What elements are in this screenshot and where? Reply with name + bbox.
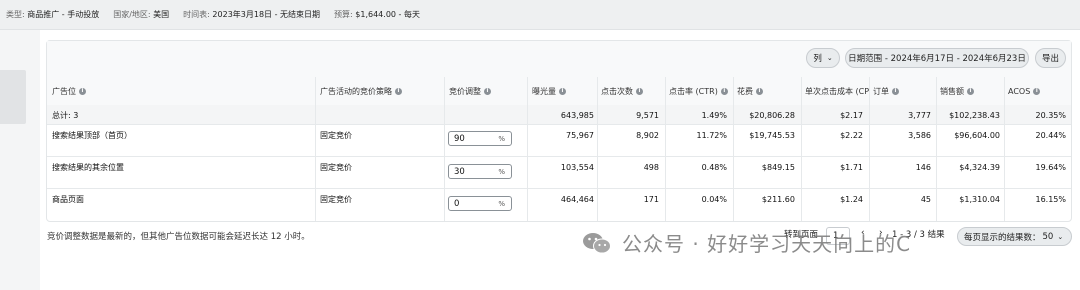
row-strategy: 固定竞价 (320, 130, 352, 140)
row-clicks: 8,902 (636, 130, 659, 140)
row-placement: 搜索结果的其余位置 (52, 162, 124, 172)
left-nav-panel (0, 30, 40, 290)
header-strategy[interactable]: 广告活动的竞价策略 i (320, 77, 444, 105)
per-page-value: 50 (1042, 231, 1054, 242)
date-range-label: 日期范围 - 2024年6月17日 - 2024年6月23日 (848, 54, 1026, 64)
row-cpc: $2.22 (840, 130, 863, 140)
country-info: 国家/地区: 美国 (113, 10, 170, 19)
row-ctr: 0.48% (701, 162, 727, 172)
columns-button[interactable]: 列 ⌄ (806, 48, 840, 68)
row-orders: 45 (920, 194, 931, 204)
row-acos: 16.15% (1035, 194, 1066, 204)
column-divider (1004, 77, 1005, 221)
row-placement: 搜索结果顶部（首页） (52, 130, 132, 140)
budget-info: 预算: $1,644.00 - 每天 (334, 10, 420, 19)
type-info: 类型: 商品推广 - 手动投放 (6, 10, 100, 19)
header-spend[interactable]: 花费 i (737, 77, 799, 105)
info-icon: i (967, 87, 974, 95)
column-divider (315, 77, 316, 221)
watermark: 公众号 · 好好学习天天向上的C (582, 228, 911, 257)
row-ctr: 11.72% (696, 130, 727, 140)
info-icon: i (395, 87, 402, 95)
row-spend: $849.15 (761, 162, 795, 172)
row-spend: $211.60 (761, 194, 795, 204)
bid-adjust-input[interactable]: 90% (448, 131, 512, 146)
header-bid-adjust[interactable]: 竞价调整 i (449, 77, 527, 105)
total-spend: $20,806.28 (749, 110, 795, 120)
row-cpc: $1.71 (840, 162, 863, 172)
column-divider (936, 77, 937, 221)
row-orders: 3,586 (908, 130, 931, 140)
info-icon: i (636, 87, 643, 95)
row-cpc: $1.24 (840, 194, 863, 204)
row-sales: $1,310.04 (959, 194, 1000, 204)
header-acos[interactable]: ACOS i (1008, 77, 1068, 105)
row-sales: $96,604.00 (954, 130, 1000, 140)
column-divider (527, 77, 528, 221)
schedule-info: 时间表: 2023年3月18日 - 无结束日期 (183, 10, 321, 19)
column-divider (597, 77, 598, 221)
row-impressions: 103,554 (560, 162, 594, 172)
chevron-down-icon: ⌄ (1057, 232, 1064, 241)
total-label: 总计: 3 (52, 110, 79, 120)
total-sales: $102,238.43 (949, 110, 1000, 120)
columns-label: 列 (813, 54, 822, 64)
header-clicks[interactable]: 点击次数 i (601, 77, 663, 105)
bid-adjust-input[interactable]: 0% (448, 196, 512, 211)
header-cpc[interactable]: 单次点击成本 (CPC) (805, 77, 869, 105)
column-divider (665, 77, 666, 221)
column-divider (444, 77, 445, 221)
row-orders: 146 (915, 162, 931, 172)
info-icon: i (484, 87, 491, 95)
row-acos: 20.44% (1035, 130, 1066, 140)
per-page-label: 每页显示的结果数： (964, 232, 1041, 243)
row-strategy: 固定竞价 (320, 162, 352, 172)
left-nav-tab[interactable] (0, 70, 26, 124)
column-divider (801, 77, 802, 221)
total-orders: 3,777 (908, 110, 931, 120)
row-clicks: 171 (643, 194, 659, 204)
total-acos: 20.35% (1035, 110, 1066, 120)
info-icon: i (1033, 87, 1041, 95)
row-sales: $4,324.39 (959, 162, 1000, 172)
info-icon: i (720, 87, 728, 95)
bid-adjust-input[interactable]: 30% (448, 164, 512, 179)
export-button[interactable]: 导出 (1035, 48, 1066, 68)
info-icon: i (559, 87, 566, 95)
header-placement[interactable]: 广告位 i (52, 77, 312, 105)
total-clicks: 9,571 (636, 110, 659, 120)
column-divider (733, 77, 734, 221)
info-icon: i (756, 87, 763, 95)
row-ctr: 0.04% (701, 194, 727, 204)
total-ctr: 1.49% (701, 110, 727, 120)
row-strategy: 固定竞价 (320, 194, 352, 204)
column-divider (869, 77, 870, 221)
wechat-logo-icon (582, 231, 612, 255)
data-delay-note: 竞价调整数据是最新的，但其他广告位数据可能会延迟长达 12 小时。 (47, 232, 310, 242)
chevron-down-icon: ⌄ (826, 54, 833, 62)
row-impressions: 464,464 (560, 194, 594, 204)
info-icon: i (892, 87, 899, 95)
row-acos: 19.64% (1035, 162, 1066, 172)
row-spend: $19,745.53 (749, 130, 795, 140)
campaign-info-bar: 类型: 商品推广 - 手动投放 国家/地区: 美国 时间表: 2023年3月18… (0, 0, 1080, 30)
row-placement: 商品页面 (52, 194, 84, 204)
header-impressions[interactable]: 曝光量 i (532, 77, 594, 105)
per-page-select[interactable]: 每页显示的结果数： 50 ⌄ (957, 227, 1072, 246)
row-clicks: 498 (643, 162, 659, 172)
watermark-text: 公众号 · 好好学习天天向上的C (622, 232, 912, 256)
date-range-button[interactable]: 日期范围 - 2024年6月17日 - 2024年6月23日 (845, 48, 1029, 68)
export-label: 导出 (1041, 54, 1059, 64)
header-orders[interactable]: 订单 i (873, 77, 933, 105)
row-impressions: 75,967 (566, 130, 594, 140)
total-impressions: 643,985 (560, 110, 594, 120)
header-sales[interactable]: 销售额 i (940, 77, 1002, 105)
info-icon: i (79, 87, 86, 95)
header-ctr[interactable]: 点击率 (CTR) i (669, 77, 731, 105)
total-cpc: $2.17 (840, 110, 863, 120)
